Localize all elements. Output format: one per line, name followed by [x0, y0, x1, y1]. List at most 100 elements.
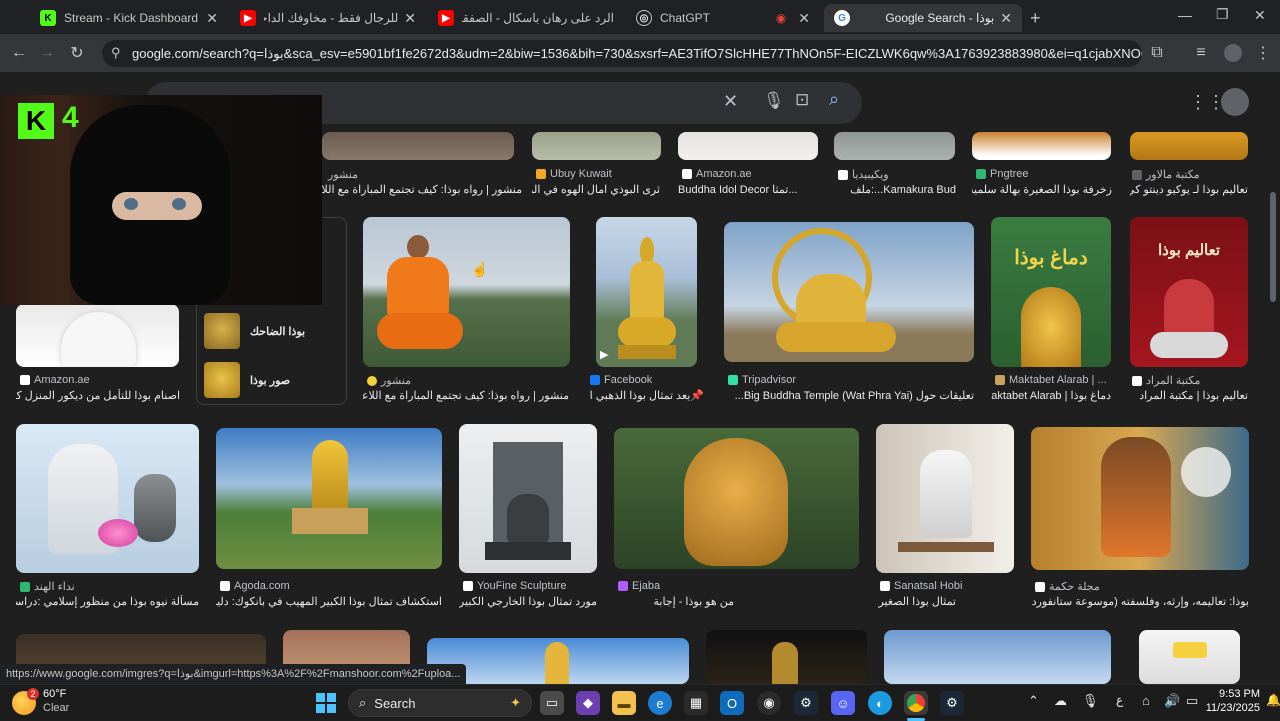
image-thumb[interactable] [16, 304, 179, 367]
image-thumb[interactable] [972, 132, 1111, 160]
extensions-icon[interactable]: ⧉ [1146, 42, 1168, 64]
lens-search-icon[interactable]: ⊡ [795, 90, 809, 110]
tab-kick[interactable]: K Stream - Kick Dashboard ✕ [30, 4, 228, 32]
video-play-icon: ▶ [600, 349, 609, 361]
image-thumb[interactable] [16, 424, 199, 573]
app-icon[interactable]: ◐ [868, 691, 892, 715]
page-scrollbar[interactable] [1270, 192, 1276, 302]
image-thumb[interactable]: تعاليم بوذا [1130, 217, 1248, 367]
account-avatar[interactable] [1221, 88, 1249, 116]
image-caption[interactable]: Buddha Idol Decor تمثا... [678, 183, 818, 196]
image-thumb[interactable] [678, 132, 818, 160]
obs-icon[interactable]: ◉ [757, 691, 781, 715]
google-icon: G [834, 10, 850, 26]
image-caption[interactable]: مورد تمثال بوذا الخارجي الكبير... [459, 595, 597, 608]
new-tab-button[interactable]: + [1030, 8, 1041, 29]
image-caption[interactable]: اصنام بوذا للتأمل من ديكور المنزل كبير..… [16, 389, 180, 402]
close-icon[interactable]: ✕ [206, 10, 218, 27]
tab-youtube-1[interactable]: ▶ للرجال فقط - مخاوفك الداخلية ه ✕ [230, 4, 426, 32]
image-caption[interactable]: مسألة نيوه بوذا من منظور إسلامي :دراسة..… [16, 595, 199, 608]
microphone-icon[interactable]: 🎙 [1082, 693, 1099, 709]
tab-google-search[interactable]: G Google Search - بوذا ✕ [824, 4, 1022, 32]
weather-desc: Clear [43, 702, 70, 714]
image-thumb[interactable] [1139, 630, 1240, 684]
image-thumb[interactable] [1130, 132, 1248, 160]
image-thumb[interactable] [834, 132, 955, 160]
image-caption[interactable]: 📌يعد تمثال بوذا الذهبي ال... [590, 389, 704, 402]
notification-bell-icon[interactable]: 🔔 [1266, 693, 1280, 707]
image-caption[interactable]: دماغ بوذا | Maktabet Alarab... [991, 389, 1111, 402]
image-thumb[interactable] [614, 428, 859, 569]
image-caption[interactable]: من هو بوذا - إجابة [614, 595, 734, 608]
image-thumb[interactable] [322, 132, 514, 160]
close-icon[interactable]: ✕ [798, 10, 810, 27]
maximize-button[interactable]: ❐ [1216, 6, 1229, 23]
media-icon[interactable]: ≡ [1190, 42, 1212, 64]
chrome-icon[interactable] [904, 691, 928, 715]
image-caption[interactable]: تعليقات حول Big Buddha Temple (Wat Phra … [724, 389, 974, 402]
image-thumb[interactable] [706, 630, 867, 684]
tab-youtube-2[interactable]: ▶ الرد على رهان باسكال - الصفقة ال [428, 4, 624, 32]
image-caption[interactable]: تعاليم بوذا | مكتبة المراد [1130, 389, 1248, 402]
image-thumb[interactable]: ▶ [596, 217, 697, 367]
edge-icon[interactable]: e [648, 691, 672, 715]
clock-time[interactable]: 9:53 PM [1200, 688, 1260, 700]
windows-start-icon[interactable] [314, 691, 338, 715]
store-icon[interactable]: ▦ [684, 691, 708, 715]
volume-icon[interactable]: 🔊 [1164, 693, 1180, 709]
tray-overflow-icon[interactable]: ⌃ [1028, 693, 1039, 709]
site-info-icon[interactable]: ⚲ [111, 45, 121, 61]
file-explorer-icon[interactable]: ▬ [612, 691, 636, 715]
voice-search-icon[interactable]: 🎙 [763, 91, 785, 111]
clock-date[interactable]: 11/23/2025 [1196, 702, 1260, 714]
related-search-item[interactable]: بوذا الضاحك [198, 307, 346, 355]
discord-icon[interactable]: ☺ [831, 691, 855, 715]
input-language[interactable]: ع [1116, 693, 1123, 707]
m365-icon[interactable]: ◆ [576, 691, 600, 715]
image-thumb[interactable]: ☝ [363, 217, 570, 367]
image-caption[interactable]: Kamakura Bud...:ملف [834, 183, 956, 196]
profile-avatar[interactable] [1222, 42, 1244, 64]
image-caption[interactable]: ثرى البوذي امال الهوه في الر... [532, 183, 660, 196]
reload-button[interactable]: ↻ [66, 42, 88, 64]
minimize-button[interactable]: — [1178, 7, 1192, 23]
image-thumb[interactable] [532, 132, 661, 160]
status-link: https://www.google.com/imgres?q=بوذا&img… [0, 664, 467, 684]
image-source: Maktabet Alarab | ... [995, 374, 1107, 386]
image-thumb[interactable] [884, 630, 1111, 684]
tab-chatgpt[interactable]: ◎ ChatGPT ◉ ✕ [626, 4, 820, 32]
tab-title: Stream - Kick Dashboard [64, 11, 199, 25]
image-caption[interactable]: زخرفة بوذا الصغيرة بهالة سلمية... [972, 183, 1112, 196]
image-thumb[interactable] [724, 222, 974, 362]
image-thumb[interactable]: دماغ بوذا [991, 217, 1111, 367]
onedrive-icon[interactable]: ☁ [1054, 693, 1067, 709]
image-thumb[interactable] [876, 424, 1014, 573]
image-thumb[interactable] [459, 424, 597, 573]
task-view-icon[interactable]: ▭ [540, 691, 564, 715]
related-search-item[interactable]: صور بوذا [198, 356, 346, 404]
image-thumb[interactable] [427, 638, 689, 684]
steam-icon[interactable]: ⚙ [794, 691, 818, 715]
image-source: Amazon.ae [682, 168, 752, 180]
menu-icon[interactable]: ⋮ [1252, 42, 1274, 64]
image-caption[interactable]: تعاليم بوذا لـ يوكيو دينتو كي... [1130, 183, 1248, 196]
address-bar[interactable]: ⚲ google.com/search?q=بوذا&sca_esv=e5901… [102, 40, 1142, 67]
image-thumb[interactable] [216, 428, 442, 569]
close-window-button[interactable]: ✕ [1254, 7, 1266, 24]
outlook-icon[interactable]: O [720, 691, 744, 715]
image-caption[interactable]: منشور | رواه بوذا: كيف تجتمع المباراة مع… [363, 389, 569, 402]
search-icon[interactable]: ⌕ [829, 89, 839, 110]
image-thumb[interactable] [1031, 427, 1249, 570]
image-caption[interactable]: تمثال بوذا الصغير [876, 595, 956, 608]
image-caption[interactable]: منشور | رواه بوذا: كيف تجتمع المباراة مع… [322, 183, 522, 196]
taskbar-search[interactable]: ⌕ Search ✦ [348, 689, 532, 717]
clear-search-icon[interactable]: ✕ [723, 91, 738, 112]
steam-icon-2[interactable]: ⚙ [940, 691, 964, 715]
close-icon[interactable]: ✕ [1000, 10, 1012, 27]
network-icon[interactable]: ⌂ [1142, 693, 1150, 708]
image-caption[interactable]: استكشاف تمثال بوذا الكبير المهيب في بانك… [216, 595, 442, 608]
forward-button[interactable]: → [36, 42, 58, 64]
close-icon[interactable]: ✕ [404, 10, 416, 27]
image-caption[interactable]: بوذا: تعاليمه، وإرثه، وفلسفته (موسوعة ست… [1031, 595, 1249, 608]
back-button[interactable]: ← [8, 42, 30, 64]
